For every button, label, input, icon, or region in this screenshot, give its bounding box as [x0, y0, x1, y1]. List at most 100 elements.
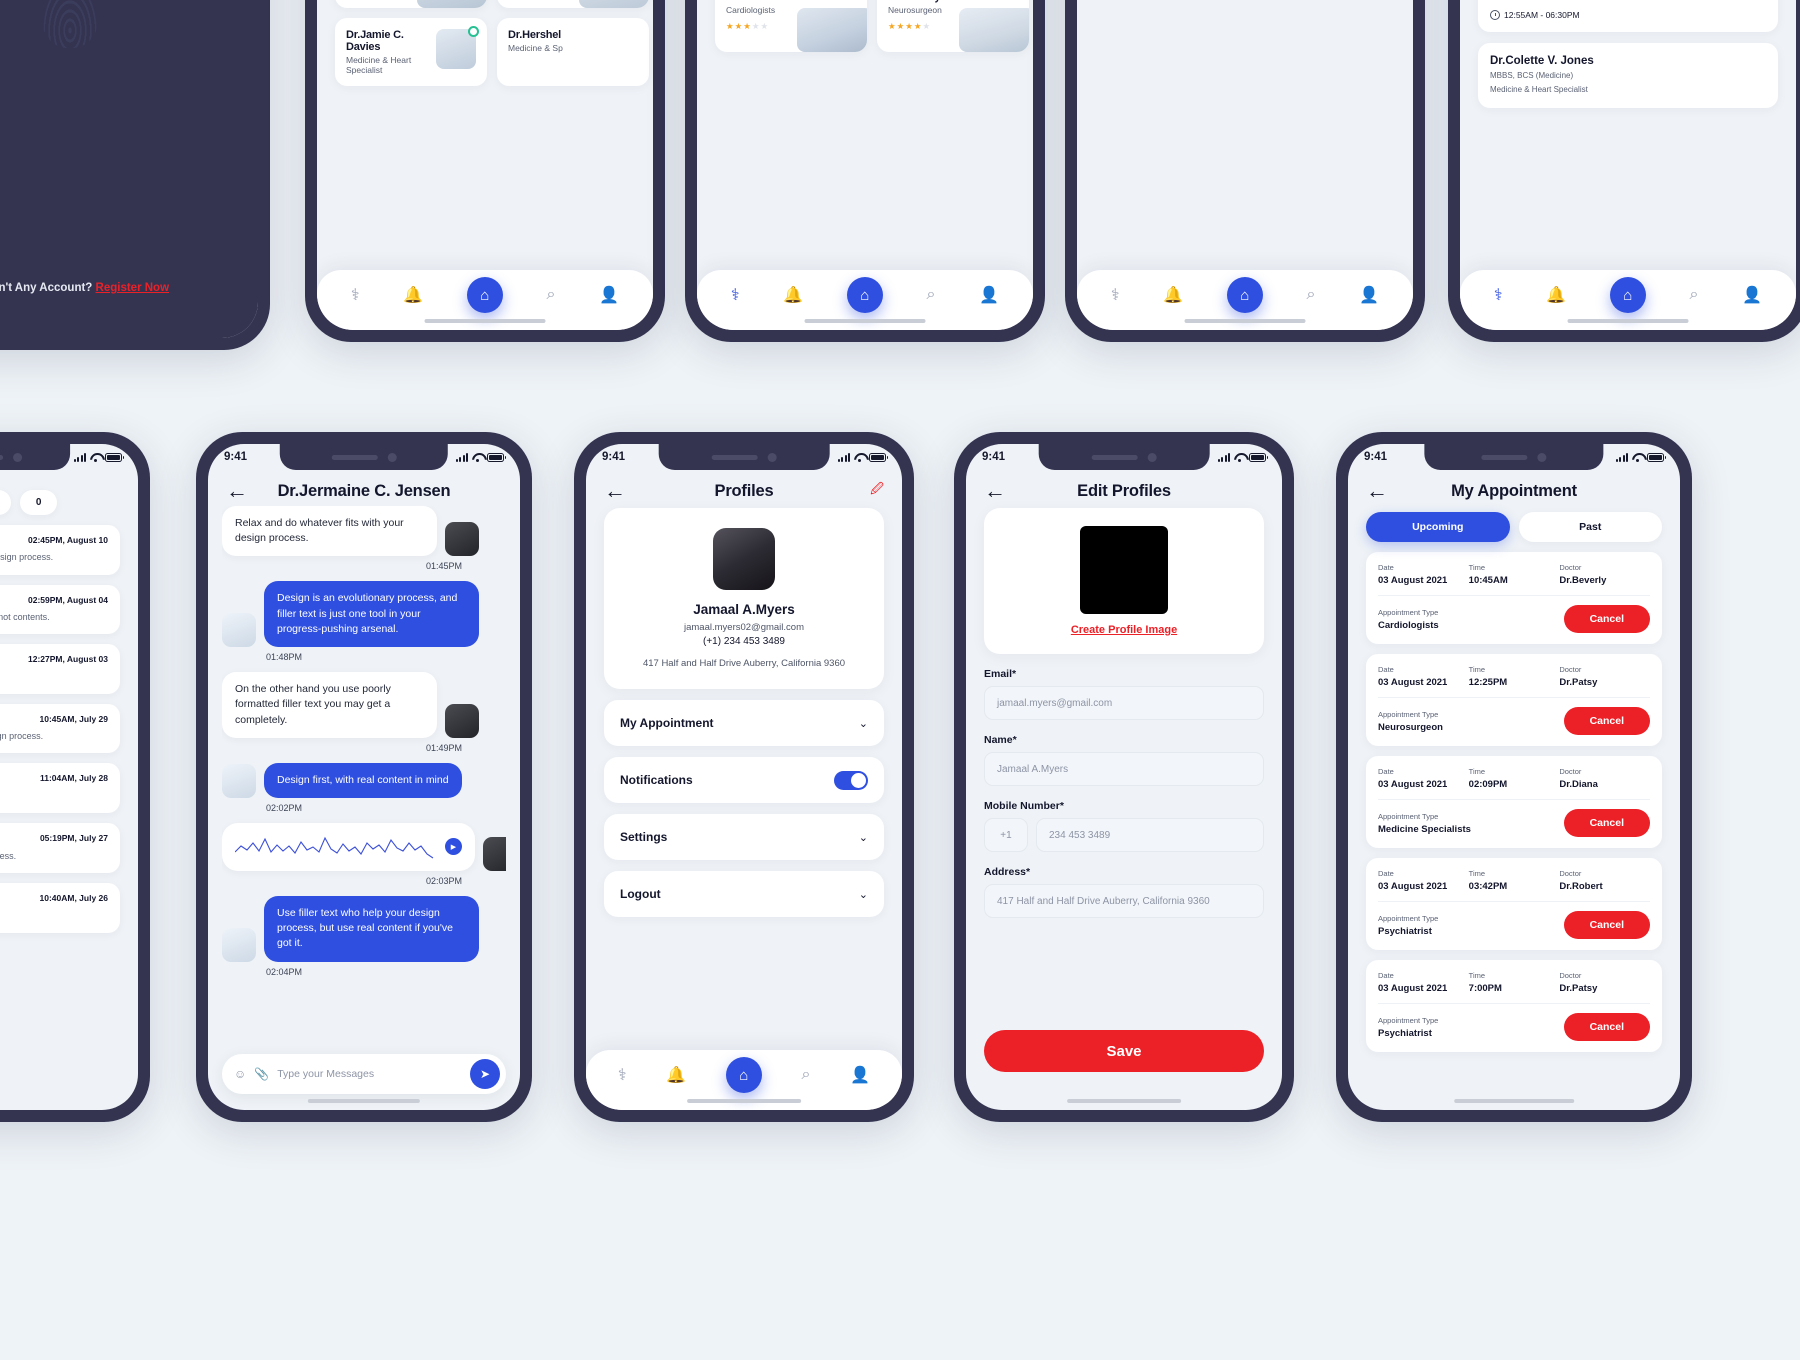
- back-button[interactable]: ←: [984, 480, 1006, 502]
- home-icon[interactable]: ⌂: [1226, 277, 1263, 313]
- chat-message: Use filler text who help your design pro…: [222, 895, 506, 977]
- profile-name: Jamaal A.Myers: [693, 602, 795, 617]
- home-icon[interactable]: ⌂: [1609, 277, 1646, 313]
- doctor-value: Dr.Diana: [1559, 779, 1598, 790]
- search-icon[interactable]: ⌕: [1307, 286, 1316, 304]
- address-field[interactable]: 417 Half and Half Drive Auberry, Califor…: [984, 884, 1264, 918]
- bell-icon[interactable]: 🔔: [666, 1065, 686, 1085]
- review-text: s, but use real content if you rocess.: [0, 850, 17, 861]
- review-head: 02:59PM, August 04: [0, 595, 108, 605]
- home-icon[interactable]: ⌂: [725, 1057, 762, 1093]
- back-button[interactable]: ←: [604, 480, 626, 502]
- schedule-item[interactable]: Dr.Carolyn T. Spicer MBBS, BCS (Medicine…: [1478, 0, 1778, 32]
- doctor-label: Doctor: [1559, 971, 1582, 980]
- filter-pill-02-stars[interactable]: 02 Stars: [0, 490, 11, 515]
- schedule-item[interactable]: Dr.Colette V. Jones MBBS, BCS (Medicine)…: [1478, 42, 1778, 108]
- caduceus-icon[interactable]: ⚕: [351, 285, 360, 305]
- appointments-screen: 9:41 ← My Appointment Upcoming Past Date…: [1348, 444, 1680, 1110]
- schedule-screen: Dr.Jamie C. Davies MBBS, BCS (Medicine) …: [1460, 0, 1796, 330]
- person-icon[interactable]: 👤: [979, 285, 999, 305]
- review-text: process, but use real content design pro…: [0, 552, 54, 562]
- search-icon[interactable]: ⌕: [927, 286, 936, 304]
- clock-icon: [1490, 9, 1500, 20]
- tab-past[interactable]: Past: [1518, 512, 1662, 542]
- back-button[interactable]: ←: [1366, 480, 1388, 502]
- cancel-button[interactable]: Cancel: [1563, 809, 1650, 837]
- battery-icon: [869, 452, 889, 462]
- country-code-field[interactable]: +1: [984, 818, 1028, 852]
- save-button[interactable]: Save: [984, 1030, 1264, 1072]
- menu-item-notifications[interactable]: Notifications: [604, 757, 884, 804]
- tab-upcoming[interactable]: Upcoming: [1366, 512, 1510, 542]
- bell-icon[interactable]: 🔔: [1546, 285, 1566, 305]
- name-field[interactable]: Jamaal A.Myers: [984, 752, 1264, 786]
- send-icon[interactable]: ➤: [470, 1059, 500, 1089]
- bell-icon[interactable]: 🔔: [783, 285, 803, 305]
- mobile-field[interactable]: 234 453 3489: [1036, 818, 1264, 852]
- menu-item-logout[interactable]: Logout ⌄: [604, 871, 884, 918]
- filter-pill-more[interactable]: 0: [19, 490, 58, 515]
- edit-profile-icon[interactable]: 🖉: [870, 480, 884, 502]
- doctor-label: Doctor: [1559, 665, 1582, 674]
- caduceus-icon[interactable]: ⚕: [618, 1065, 627, 1085]
- caduceus-icon[interactable]: ⚕: [1111, 285, 1120, 305]
- message-input[interactable]: Type your Messages: [277, 1068, 462, 1080]
- doctor-value: Dr.Patsy: [1559, 983, 1598, 994]
- caduceus-icon[interactable]: ⚕: [731, 285, 740, 305]
- paperclip-icon[interactable]: 📎: [254, 1067, 269, 1081]
- divider: [1378, 799, 1650, 800]
- caduceus-icon[interactable]: ⚕: [1494, 285, 1503, 305]
- review-item: 10:45AM, July 29 process, but use real c…: [0, 703, 120, 753]
- emoji-icon[interactable]: ☺: [234, 1067, 246, 1081]
- notifications-toggle[interactable]: [834, 770, 868, 790]
- doctor-card[interactable]: Dr.Jose A. Breaux Medicine & Heart Speci…: [335, 0, 487, 8]
- home-icon[interactable]: ⌂: [846, 277, 883, 313]
- status-icons: [73, 452, 125, 462]
- person-icon[interactable]: 👤: [1359, 285, 1379, 305]
- date-value: 03 August 2021: [1378, 575, 1448, 586]
- cancel-button[interactable]: Cancel: [1563, 707, 1650, 735]
- message-text: Design is an evolutionary process, and f…: [264, 581, 479, 648]
- doctor-photo: [797, 8, 867, 52]
- appointment-tabs: Upcoming Past: [1366, 512, 1662, 542]
- email-label: Email*: [984, 668, 1017, 680]
- phone-doctors-list: 7 Years Patients 98k 8 Years Patients 1.…: [685, 0, 1045, 342]
- doctor-card[interactable]: Dr.Essie D. Whitaker Cardiologists ★★★★★: [715, 0, 867, 52]
- avatar: [483, 836, 506, 871]
- search-icon[interactable]: ⌕: [547, 286, 556, 304]
- person-icon[interactable]: 👤: [1742, 285, 1762, 305]
- signal-icon: [837, 452, 850, 462]
- cancel-button[interactable]: Cancel: [1563, 911, 1650, 939]
- message-time: 01:45PM: [425, 561, 462, 572]
- play-icon[interactable]: ▶: [445, 838, 462, 856]
- email-field[interactable]: jamaal.myers@gmail.com: [984, 686, 1264, 720]
- cancel-button[interactable]: Cancel: [1563, 1013, 1650, 1041]
- cancel-button[interactable]: Cancel: [1563, 605, 1650, 633]
- home-icon[interactable]: ⌂: [466, 277, 503, 313]
- bell-icon[interactable]: 🔔: [1163, 285, 1183, 305]
- type-label: Appointment Type: [1378, 913, 1439, 923]
- back-button[interactable]: ←: [226, 480, 248, 502]
- doctor-card[interactable]: Dr.Beverly J. Williams Neurosurgeon ★★★★…: [877, 0, 1029, 52]
- search-icon[interactable]: ⌕: [1690, 286, 1699, 304]
- avatar[interactable]: [1080, 526, 1168, 614]
- type-label: Appointment Type: [1378, 811, 1439, 821]
- home-indicator: [687, 1099, 801, 1103]
- create-profile-image-link[interactable]: Create Profile Image: [1002, 624, 1246, 636]
- message-text: Relax and do whatever fits with your des…: [222, 506, 437, 557]
- menu-item-settings[interactable]: Settings ⌄: [604, 814, 884, 861]
- time-value: 7:00PM: [1468, 983, 1502, 994]
- voice-message[interactable]: ▶: [222, 822, 475, 871]
- doctor-card[interactable]: Dr.Consuelo L. White Medicine Specialist…: [497, 0, 649, 8]
- person-icon[interactable]: 👤: [599, 285, 619, 305]
- search-icon[interactable]: ⌕: [802, 1066, 811, 1084]
- date-label: Date: [1378, 971, 1394, 980]
- bell-icon[interactable]: 🔔: [403, 285, 423, 305]
- doctor-card-grid: Dr.Essie D. Whitaker Cardiologists ★★★★★…: [715, 0, 1029, 52]
- doctor-row[interactable]: Dr.Hershel Medicine & Sp: [497, 18, 649, 86]
- doctor-row[interactable]: Dr.Jamie C. Davies Medicine & Heart Spec…: [335, 18, 487, 86]
- menu-item-my-appointment[interactable]: My Appointment ⌄: [604, 700, 884, 747]
- register-now-link[interactable]: Register Now: [96, 282, 170, 294]
- person-icon[interactable]: 👤: [850, 1065, 870, 1085]
- message-time: 01:48PM: [266, 652, 303, 663]
